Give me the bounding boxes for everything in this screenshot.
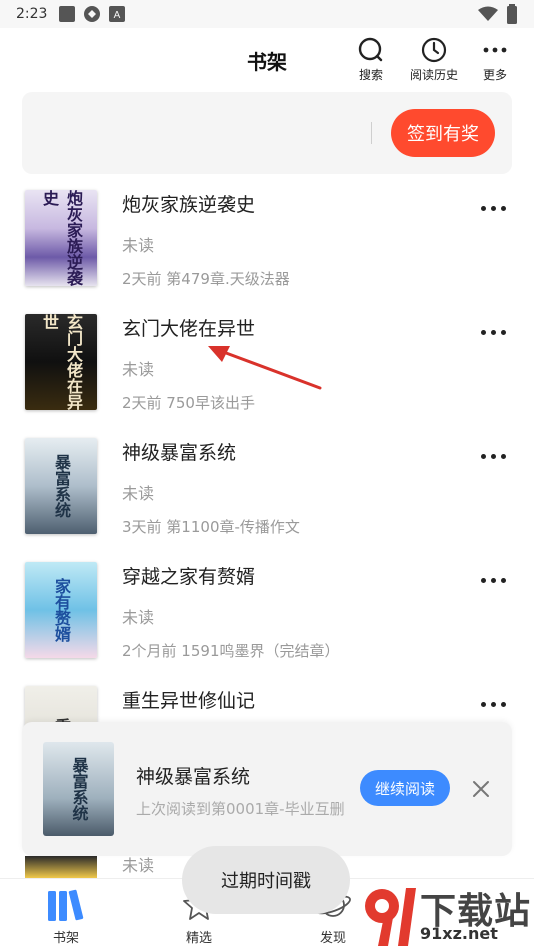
book-cover-title: 暴富系统 [52, 454, 71, 518]
continue-reading-card[interactable]: 暴富系统 神级暴富系统 上次阅读到第0001章-毕业互删 继续阅读 [22, 722, 512, 856]
book-title: 玄门大佬在异世 [122, 318, 256, 340]
notification-a-icon: A [109, 6, 126, 22]
svg-text:A: A [114, 10, 121, 21]
book-cover-title: 炮灰家族逆袭史 [40, 190, 83, 286]
signin-reward-button[interactable]: 签到有奖 [391, 109, 495, 157]
header: 书架 搜索 阅读历史 更多 [0, 28, 534, 92]
more-label: 更多 [482, 68, 507, 82]
toast-message: 过期时间戳 [182, 846, 350, 914]
continue-cover-title: 暴富系统 [69, 757, 89, 821]
more-button[interactable]: 更多 [467, 36, 523, 83]
book-row[interactable]: 炮灰家族逆袭史 炮灰家族逆袭史 未读 2天前 第479章.天级法器 [0, 190, 534, 314]
book-cover: 暴富系统 [25, 438, 97, 534]
nav-bookshelf[interactable]: 书架 [26, 885, 106, 946]
book-update: 2天前 750早该出手 [122, 394, 255, 412]
battery-icon [507, 4, 517, 24]
status-bar: 2:23 A [0, 0, 534, 28]
notification-app-icon [84, 6, 101, 22]
book-cover-partial [25, 856, 97, 878]
book-more-button[interactable] [476, 326, 510, 338]
book-status: 未读 [122, 608, 155, 627]
book-title: 炮灰家族逆袭史 [122, 194, 256, 216]
status-system-icons [478, 4, 518, 24]
book-cover: 家有赘婿 [25, 562, 97, 658]
book-title: 重生异世修仙记 [122, 690, 256, 712]
watermark-91-icon [365, 888, 416, 946]
book-update: 2个月前 1591鸣墨界（完结章） [122, 642, 340, 660]
watermark-logo: 下载站 91xz.net [360, 880, 534, 950]
continue-reading-button[interactable]: 继续阅读 [360, 770, 450, 806]
book-update: 2天前 第479章.天级法器 [122, 270, 290, 288]
book-cover-title: 家有赘婿 [52, 578, 71, 642]
book-update: 3天前 第1100章-传播作文 [122, 518, 300, 536]
book-title: 神级暴富系统 [122, 442, 237, 464]
wifi-icon [478, 6, 498, 21]
close-icon[interactable] [470, 778, 492, 800]
book-row[interactable]: 暴富系统 神级暴富系统 未读 3天前 第1100章-传播作文 [0, 438, 534, 562]
book-more-button[interactable] [476, 698, 510, 710]
more-icon [483, 47, 507, 53]
book-more-button[interactable] [476, 574, 510, 586]
reading-history-label: 阅读历史 [409, 68, 458, 82]
status-time: 2:23 [16, 6, 48, 22]
search-icon [358, 37, 383, 62]
book-more-button[interactable] [476, 202, 510, 214]
continue-reading-title: 神级暴富系统 [136, 766, 251, 788]
search-button[interactable]: 搜索 [343, 36, 399, 83]
bookshelf-icon [48, 889, 84, 921]
annotation-arrow-icon [208, 346, 322, 390]
book-row[interactable]: 家有赘婿 穿越之家有赘婿 未读 2个月前 1591鸣墨界（完结章） [0, 562, 534, 686]
watermark-url: 91xz.net [420, 924, 498, 943]
book-status: 未读 [122, 236, 155, 255]
signin-card: 签到有奖 [22, 92, 512, 174]
continue-reading-progress: 上次阅读到第0001章-毕业互删 [136, 800, 345, 818]
book-status: 未读 [122, 484, 155, 503]
notification-square-icon [59, 6, 76, 22]
reading-history-button[interactable]: 阅读历史 [403, 36, 465, 83]
book-status: 未读 [122, 360, 155, 379]
book-cover: 玄门大佬在异世 [25, 314, 97, 410]
book-cover: 炮灰家族逆袭史 [25, 190, 97, 286]
nav-bookshelf-label: 书架 [52, 931, 79, 946]
book-cover-title: 玄门大佬在异世 [40, 314, 83, 410]
search-label: 搜索 [358, 68, 383, 82]
book-title: 穿越之家有赘婿 [122, 566, 256, 588]
continue-reading-cover: 暴富系统 [43, 742, 114, 836]
signin-divider [371, 122, 372, 144]
book-more-button[interactable] [476, 450, 510, 462]
status-notification-icons: A [59, 5, 126, 23]
clock-icon [421, 37, 447, 63]
nav-featured-label: 精选 [185, 931, 212, 946]
